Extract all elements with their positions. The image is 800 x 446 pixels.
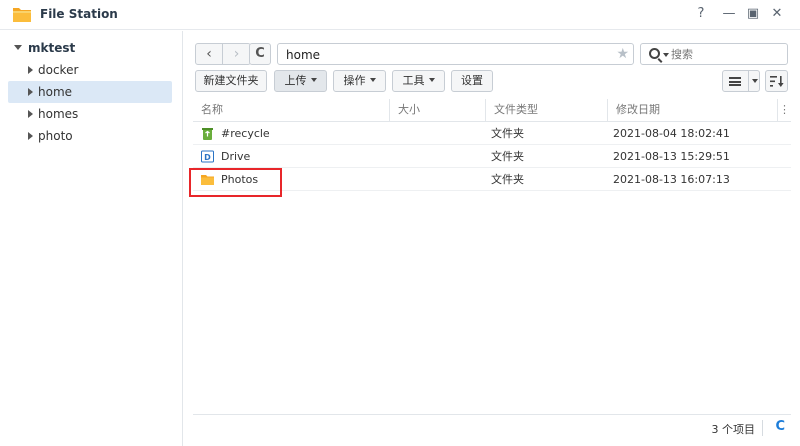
star-icon[interactable]: ★: [616, 46, 629, 62]
settings-button[interactable]: 设置: [451, 70, 493, 92]
file-type: 文件夹: [491, 127, 524, 140]
upload-label: 上传: [284, 74, 307, 87]
view-mode-toggle[interactable]: [722, 70, 760, 92]
help-icon[interactable]: ?: [692, 5, 710, 23]
table-header: 名称 大小 文件类型 修改日期 ⋮: [193, 99, 791, 122]
minimize-icon[interactable]: —: [720, 5, 738, 23]
highlight-box: [189, 168, 282, 197]
back-button[interactable]: ‹: [196, 44, 223, 64]
path-bar[interactable]: home ★: [277, 43, 634, 65]
column-header-name[interactable]: 名称: [193, 99, 390, 121]
caret-right-icon[interactable]: [28, 110, 33, 118]
file-name: Drive: [221, 150, 251, 163]
view-mode-dropdown[interactable]: [748, 71, 760, 91]
search-icon[interactable]: [649, 48, 660, 59]
action-label: 操作: [343, 74, 366, 87]
tools-button[interactable]: 工具: [392, 70, 445, 92]
tree-item-label: docker: [38, 63, 79, 77]
maximize-icon[interactable]: ▣: [744, 5, 762, 23]
action-button[interactable]: 操作: [333, 70, 386, 92]
tree-item-docker[interactable]: docker: [8, 59, 172, 81]
sort-icon: [770, 76, 784, 87]
caret-right-icon[interactable]: [28, 66, 33, 74]
main-pane: ‹ › C home ★ 新建文件夹 上传 操作 工具 设置 名称 大小 文件类…: [184, 31, 800, 446]
column-options-icon[interactable]: ⋮: [779, 99, 790, 121]
tree-item-home[interactable]: home: [8, 81, 172, 103]
list-view-icon[interactable]: [729, 77, 741, 86]
tree-item-homes[interactable]: homes: [8, 103, 172, 125]
search-input[interactable]: [671, 47, 781, 62]
tree-root-label: mktest: [28, 41, 76, 55]
column-header-size[interactable]: 大小: [390, 99, 486, 121]
divider: [762, 420, 763, 436]
file-station-app-icon: [13, 8, 31, 22]
tree-item-photo[interactable]: photo: [8, 125, 172, 147]
history-nav: ‹ ›: [195, 43, 251, 65]
tree-item-label: home: [38, 85, 73, 99]
tree-root-mktest[interactable]: mktest: [14, 41, 75, 57]
file-name: #recycle: [221, 127, 270, 140]
refresh-icon[interactable]: C: [775, 419, 785, 434]
file-modified: 2021-08-13 15:29:51: [613, 150, 730, 163]
new-folder-button[interactable]: 新建文件夹: [195, 70, 267, 92]
column-header-type[interactable]: 文件类型: [486, 99, 608, 121]
column-header-modified[interactable]: 修改日期: [608, 99, 778, 121]
file-type: 文件夹: [491, 150, 524, 163]
settings-label: 设置: [461, 74, 483, 87]
caret-right-icon[interactable]: [28, 132, 33, 140]
upload-button[interactable]: 上传: [274, 70, 327, 92]
status-bar: 3 个项目 C: [193, 414, 791, 440]
file-modified: 2021-08-04 18:02:41: [613, 127, 730, 140]
close-icon[interactable]: ✕: [768, 5, 786, 23]
table-row[interactable]: Photos 文件夹 2021-08-13 16:07:13: [193, 168, 791, 191]
refresh-button[interactable]: C: [249, 43, 271, 65]
svg-text:D: D: [204, 153, 211, 162]
search-box[interactable]: [640, 43, 788, 65]
chevron-down-icon: [369, 78, 376, 82]
forward-button[interactable]: ›: [223, 44, 250, 64]
tree-item-label: photo: [38, 129, 73, 143]
chevron-down-icon: [310, 78, 317, 82]
drive-folder-icon: D: [201, 150, 214, 163]
current-path: home: [286, 48, 321, 62]
file-type: 文件夹: [491, 173, 524, 186]
item-count: 3 个项目: [711, 423, 756, 436]
file-modified: 2021-08-13 16:07:13: [613, 173, 730, 186]
folder-tree: mktest docker home homes photo: [0, 31, 183, 446]
tools-label: 工具: [402, 74, 425, 87]
chevron-down-icon[interactable]: [663, 53, 669, 57]
tree-item-label: homes: [38, 107, 79, 121]
recycle-bin-icon: [202, 128, 213, 140]
title-bar: File Station ? — ▣ ✕: [0, 0, 800, 30]
caret-down-icon[interactable]: [14, 45, 22, 50]
sort-button[interactable]: [765, 70, 788, 92]
table-row[interactable]: #recycle 文件夹 2021-08-04 18:02:41: [193, 122, 791, 145]
chevron-down-icon: [428, 78, 435, 82]
caret-right-icon[interactable]: [28, 88, 33, 96]
table-row[interactable]: D Drive 文件夹 2021-08-13 15:29:51: [193, 145, 791, 168]
window-title: File Station: [40, 7, 118, 21]
new-folder-label: 新建文件夹: [203, 74, 259, 87]
